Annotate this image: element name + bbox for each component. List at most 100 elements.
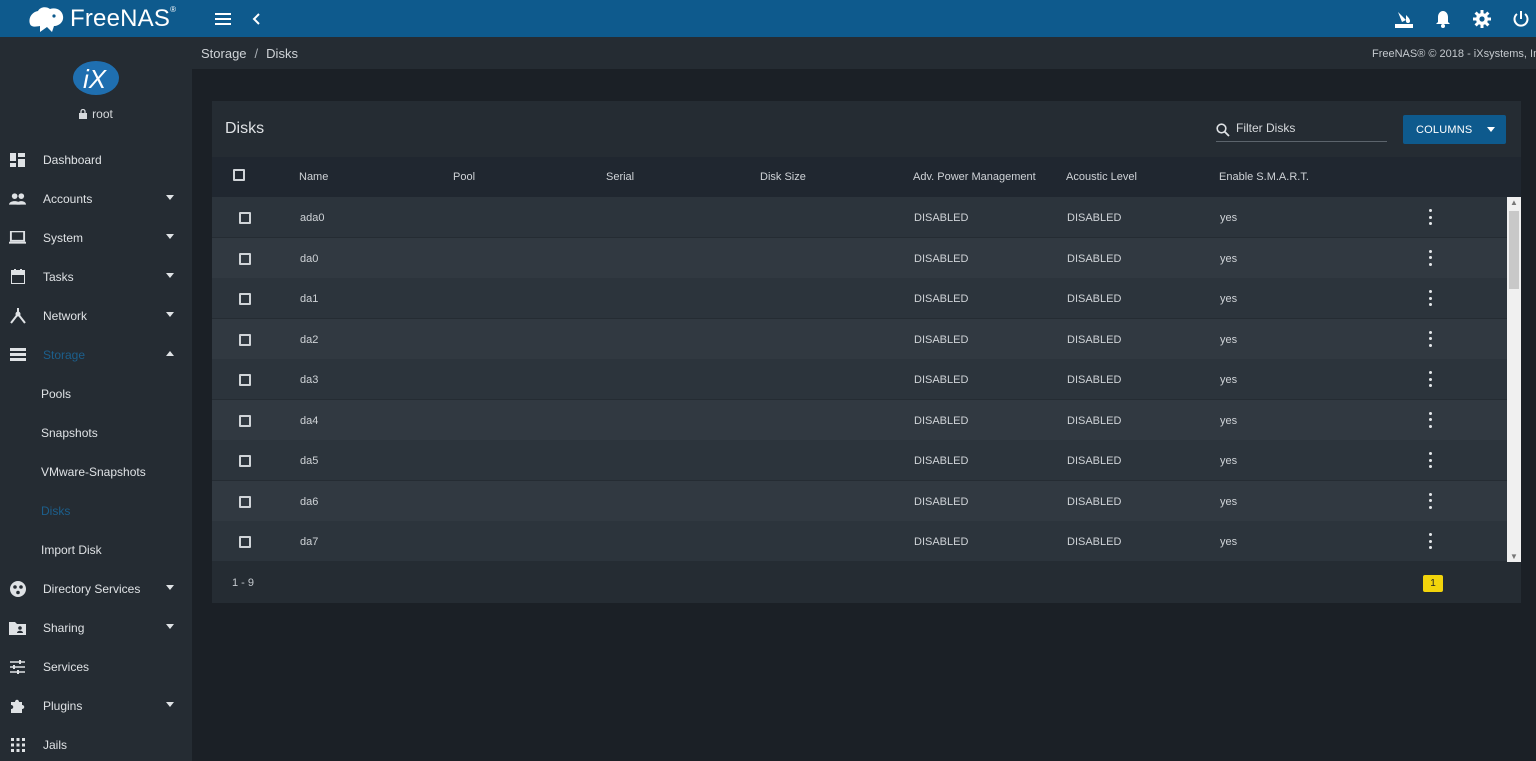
row-actions-button[interactable] <box>1427 371 1433 387</box>
sidebar-item-sharing[interactable]: Sharing <box>0 608 192 647</box>
caret-down-icon <box>166 585 174 590</box>
sidebar-item-jails[interactable]: Jails <box>0 725 192 761</box>
table-row[interactable]: ada0 DISABLED DISABLED yes <box>212 197 1507 237</box>
cell-acoustic: DISABLED <box>1067 212 1122 224</box>
sidebar-item-label: Plugins <box>43 698 83 713</box>
breadcrumb: Storage / Disks FreeNAS® © 2018 - iXsyst… <box>192 37 1536 69</box>
sidebar-item-system[interactable]: System <box>0 218 192 257</box>
freenas-logo-icon <box>29 6 64 32</box>
sidebar-item-dashboard[interactable]: Dashboard <box>0 140 192 179</box>
column-header-acoustic-level[interactable]: Acoustic Level <box>1066 171 1137 183</box>
row-actions-button[interactable] <box>1427 209 1433 225</box>
caret-down-icon <box>166 195 174 200</box>
row-actions-button[interactable] <box>1427 330 1433 347</box>
table-row[interactable]: da0 DISABLED DISABLED yes <box>212 237 1507 278</box>
row-checkbox[interactable] <box>239 495 251 508</box>
filter-box <box>1216 121 1387 142</box>
power-button[interactable] <box>1510 8 1532 30</box>
row-actions-button[interactable] <box>1427 249 1433 266</box>
sidebar-item-label: Network <box>43 308 88 323</box>
page-title: Disks <box>225 120 265 137</box>
cell-acoustic: DISABLED <box>1067 536 1122 548</box>
cell-apm: DISABLED <box>914 252 969 265</box>
brand-trademark: ® <box>170 4 177 14</box>
menu-toggle-button[interactable] <box>212 8 234 30</box>
kebab-dot <box>1428 330 1432 334</box>
row-checkbox[interactable] <box>239 252 251 265</box>
column-header-name[interactable]: Name <box>299 171 328 183</box>
row-actions-button[interactable] <box>1427 533 1433 549</box>
table-row[interactable]: da3 DISABLED DISABLED yes <box>212 359 1507 399</box>
cell-name: da4 <box>300 414 319 427</box>
table-row[interactable]: da5 DISABLED DISABLED yes <box>212 440 1507 480</box>
kebab-dot <box>1428 343 1432 347</box>
row-checkbox[interactable] <box>239 212 251 224</box>
sidebar: iX root Dashboard Accounts System Tasks … <box>0 37 192 761</box>
table-row[interactable]: da2 DISABLED DISABLED yes <box>212 318 1507 359</box>
row-checkbox[interactable] <box>239 293 251 305</box>
column-header-smart[interactable]: Enable S.M.A.R.T. <box>1219 171 1309 183</box>
cell-smart: yes <box>1220 536 1238 548</box>
kebab-dot <box>1428 533 1432 536</box>
sidebar-item-label: Services <box>43 659 90 674</box>
chevron-left-icon <box>252 12 260 25</box>
cell-name: da1 <box>300 293 319 305</box>
page-1-button[interactable]: 1 <box>1423 575 1443 592</box>
sidebar-item-plugins[interactable]: Plugins <box>0 686 192 725</box>
row-checkbox[interactable] <box>239 536 251 548</box>
kebab-dot <box>1428 337 1432 340</box>
kebab-dot <box>1428 411 1432 415</box>
column-header-pool[interactable]: Pool <box>453 171 475 183</box>
sidebar-subitem-import-disk[interactable]: Import Disk <box>0 530 192 569</box>
sidebar-subitem-snapshots[interactable]: Snapshots <box>0 413 192 452</box>
kebab-dot <box>1428 384 1432 387</box>
breadcrumb-storage-link[interactable]: Storage <box>201 46 247 61</box>
cell-apm: DISABLED <box>914 293 969 305</box>
sidebar-subitem-vmware-snapshots[interactable]: VMware-Snapshots <box>0 452 192 491</box>
table-row[interactable]: da6 DISABLED DISABLED yes <box>212 480 1507 521</box>
kebab-dot <box>1428 262 1432 266</box>
columns-button[interactable]: COLUMNS <box>1403 115 1506 144</box>
table-row[interactable]: da1 DISABLED DISABLED yes <box>212 278 1507 318</box>
scrollbar-thumb[interactable] <box>1509 211 1519 289</box>
table-row[interactable]: da7 DISABLED DISABLED yes <box>212 521 1507 561</box>
row-checkbox[interactable] <box>239 374 251 386</box>
filter-disks-input[interactable] <box>1236 121 1376 135</box>
row-checkbox[interactable] <box>239 414 251 427</box>
sidebar-item-tasks[interactable]: Tasks <box>0 257 192 296</box>
column-header-disk-size[interactable]: Disk Size <box>760 171 806 183</box>
table-row[interactable]: da4 DISABLED DISABLED yes <box>212 399 1507 440</box>
cell-acoustic: DISABLED <box>1067 333 1122 346</box>
select-all-checkbox[interactable] <box>233 169 245 181</box>
notification-tray-icon <box>1395 11 1413 28</box>
scroll-down-arrow-icon[interactable]: ▼ <box>1510 552 1518 561</box>
sidebar-subitem-pools[interactable]: Pools <box>0 374 192 413</box>
user-label[interactable]: root <box>79 107 113 121</box>
column-header-serial[interactable]: Serial <box>606 171 634 183</box>
row-checkbox[interactable] <box>239 455 251 467</box>
row-actions-button[interactable] <box>1427 290 1433 306</box>
row-actions-button[interactable] <box>1427 452 1433 468</box>
brand[interactable]: FreeNAS® <box>0 0 192 37</box>
svg-text:iX: iX <box>83 64 108 94</box>
column-header-apm[interactable]: Adv. Power Management <box>913 171 1036 183</box>
sidebar-item-storage[interactable]: Storage <box>0 335 192 374</box>
row-actions-button[interactable] <box>1427 411 1433 428</box>
collapse-sidebar-button[interactable] <box>246 8 268 30</box>
cell-acoustic: DISABLED <box>1067 252 1122 265</box>
sidebar-item-directory-services[interactable]: Directory Services <box>0 569 192 608</box>
caret-down-icon <box>166 624 174 629</box>
scroll-up-arrow-icon[interactable]: ▲ <box>1510 198 1518 207</box>
kebab-dot <box>1428 424 1432 428</box>
sidebar-item-accounts[interactable]: Accounts <box>0 179 192 218</box>
settings-button[interactable] <box>1471 8 1493 30</box>
task-manager-button[interactable] <box>1393 8 1415 30</box>
row-checkbox[interactable] <box>239 333 251 346</box>
sidebar-subitem-disks[interactable]: Disks <box>0 491 192 530</box>
row-actions-button[interactable] <box>1427 492 1433 509</box>
shared-folder-icon <box>9 619 26 636</box>
alerts-button[interactable] <box>1432 8 1454 30</box>
sidebar-item-network[interactable]: Network <box>0 296 192 335</box>
table-scrollbar[interactable]: ▲ ▼ <box>1507 197 1521 562</box>
sidebar-item-services[interactable]: Services <box>0 647 192 686</box>
